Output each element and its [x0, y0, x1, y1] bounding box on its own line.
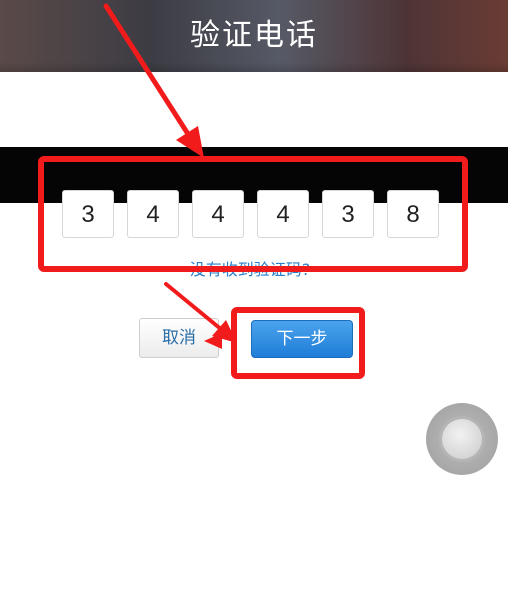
header-bar: 验证电话 — [0, 0, 508, 72]
annotation-arrows — [103, 3, 237, 349]
assistive-touch-inner — [442, 419, 482, 459]
page-title: 验证电话 — [190, 18, 318, 53]
screen: 验证电话 3 4 4 4 3 8 没有收到验证码? 取消 下一步 — [0, 0, 508, 596]
highlight-box-next — [231, 307, 365, 379]
cancel-button[interactable]: 取消 — [139, 318, 219, 358]
highlight-box-code — [38, 156, 468, 272]
assistive-touch-icon[interactable] — [426, 403, 498, 475]
